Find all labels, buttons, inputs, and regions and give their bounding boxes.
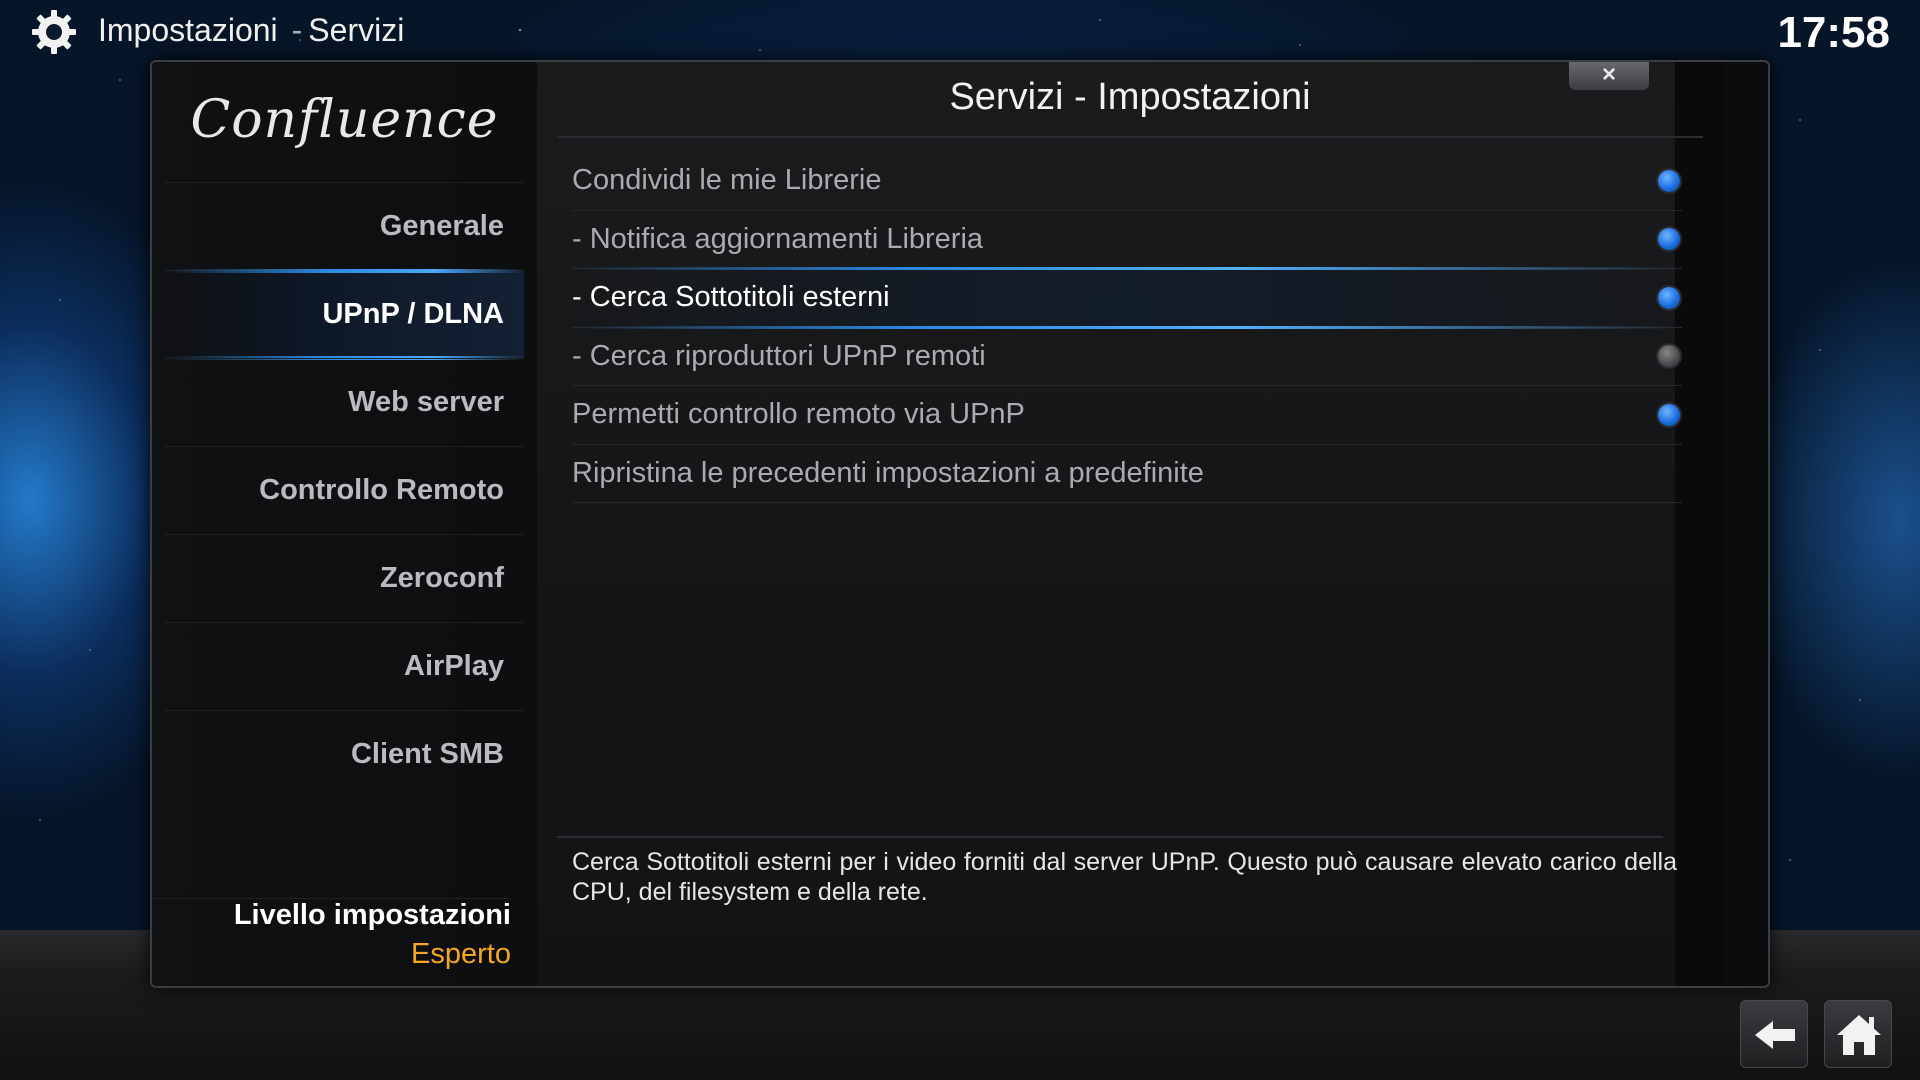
- settings-level-button[interactable]: Livello impostazioni Esperto: [152, 898, 511, 971]
- setting-cerca-sottotitoli[interactable]: - Cerca Sottotitoli esterni: [572, 267, 1682, 328]
- toggle-on-icon[interactable]: [1658, 169, 1680, 192]
- home-button[interactable]: [1824, 1000, 1892, 1068]
- close-icon: ×: [1601, 61, 1616, 88]
- skin-logo: Confluence: [190, 90, 499, 150]
- setting-label: Ripristina le precedenti impostazioni a …: [572, 456, 1204, 489]
- category-sidebar: Confluence Generale UPnP / DLNA Web serv…: [152, 62, 537, 986]
- breadcrumb-separator: -: [291, 12, 303, 48]
- category-airplay[interactable]: AirPlay: [164, 622, 524, 710]
- toggle-off-icon[interactable]: [1658, 345, 1680, 368]
- setting-description: Cerca Sottotitoli esterni per i video fo…: [572, 848, 1677, 906]
- description-divider: [557, 836, 1663, 838]
- home-icon: [1837, 1015, 1881, 1055]
- breadcrumb: Impostazioni - Servizi: [98, 12, 404, 49]
- category-generale[interactable]: Generale: [164, 182, 524, 270]
- category-client-smb[interactable]: Client SMB: [164, 710, 524, 798]
- clock: 17:58: [1777, 8, 1890, 57]
- settings-level-value: Esperto: [411, 938, 511, 970]
- setting-label: - Cerca Sottotitoli esterni: [572, 281, 890, 314]
- setting-label: - Notifica aggiornamenti Libreria: [572, 222, 984, 255]
- setting-label: - Cerca riproduttori UPnP remoti: [572, 339, 986, 372]
- back-button[interactable]: [1740, 1000, 1808, 1068]
- setting-label: Permetti controllo remoto via UPnP: [572, 398, 1025, 431]
- close-button[interactable]: ×: [1569, 61, 1649, 90]
- toggle-on-icon[interactable]: [1658, 286, 1680, 309]
- setting-ripristina-predefinite[interactable]: Ripristina le precedenti impostazioni a …: [572, 445, 1682, 503]
- category-zeroconf[interactable]: Zeroconf: [164, 534, 524, 622]
- dialog-title: Servizi - Impostazioni: [949, 76, 1311, 118]
- category-upnp-dlna[interactable]: UPnP / DLNA: [164, 269, 524, 360]
- category-controllo-remoto[interactable]: Controllo Remoto: [164, 446, 524, 534]
- setting-notifica-aggiornamenti[interactable]: - Notifica aggiornamenti Libreria: [572, 211, 1682, 269]
- setting-condividi-librerie[interactable]: Condividi le mie Librerie: [572, 152, 1682, 211]
- back-arrow-icon: [1755, 1021, 1795, 1049]
- setting-cerca-riproduttori[interactable]: - Cerca riproduttori UPnP remoti: [572, 328, 1682, 386]
- scrollbar-track: [1675, 62, 1723, 986]
- setting-label: Condividi le mie Librerie: [572, 164, 882, 197]
- title-divider: [557, 136, 1703, 138]
- toggle-on-icon[interactable]: [1658, 228, 1680, 251]
- setting-controllo-remoto-upnp[interactable]: Permetti controllo remoto via UPnP: [572, 386, 1682, 445]
- category-web-server[interactable]: Web server: [164, 358, 524, 446]
- breadcrumb-page: Servizi: [308, 12, 405, 48]
- settings-list: Condividi le mie Librerie - Notifica agg…: [572, 152, 1682, 503]
- settings-level-label: Livello impostazioni: [233, 899, 511, 931]
- top-bar: Impostazioni - Servizi 17:58: [0, 0, 1920, 60]
- category-list: Generale UPnP / DLNA Web server Controll…: [164, 182, 524, 798]
- settings-dialog: Confluence Generale UPnP / DLNA Web serv…: [150, 60, 1770, 988]
- settings-content: Servizi - Impostazioni × Condividi le mi…: [537, 62, 1723, 986]
- gear-icon: [32, 10, 76, 54]
- toggle-on-icon[interactable]: [1658, 403, 1680, 426]
- breadcrumb-section: Impostazioni: [98, 12, 278, 48]
